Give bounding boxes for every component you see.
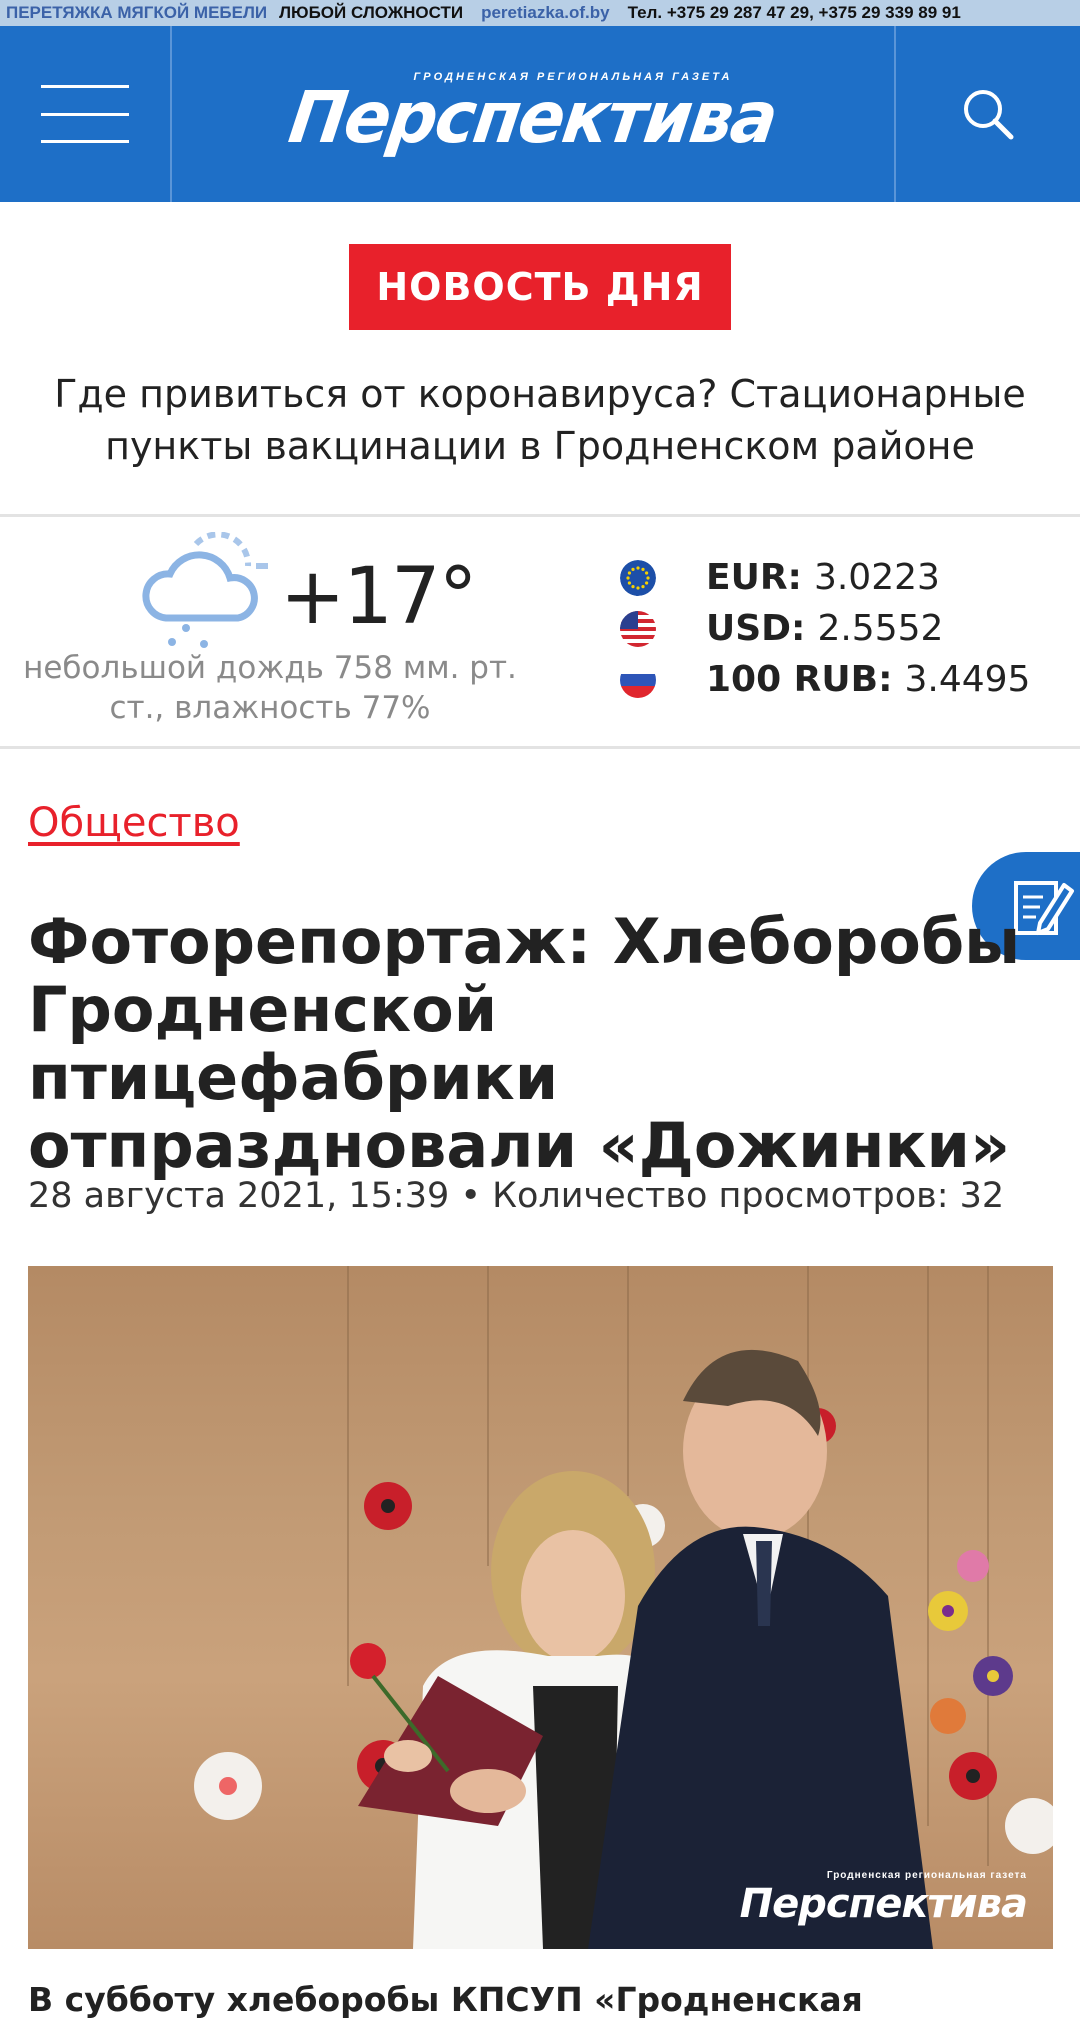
currency-code: EUR: [706, 557, 802, 598]
hamburger-icon [41, 85, 129, 143]
currency-row-rub: 100 RUB: 3.4495 [620, 659, 1030, 700]
menu-button[interactable] [0, 26, 172, 202]
divider [0, 514, 1080, 517]
article-meta: 28 августа 2021, 15:39 • Количество прос… [28, 1176, 1005, 1216]
currency-rate: 3.0223 [813, 557, 940, 598]
top-ad-banner[interactable]: ПЕРЕТЯЖКА МЯГКОЙ МЕБЕЛИ ЛЮБОЙ СЛОЖНОСТИ … [0, 0, 1080, 26]
currency-code: 100 RUB: [706, 659, 893, 700]
news-of-day-badge: НОВОСТЬ ДНЯ [349, 244, 731, 330]
site-header: Гродненская региональная газета Перспект… [0, 26, 1080, 202]
search-button[interactable] [894, 26, 1080, 202]
currency-row-usd: USD: 2.5552 [620, 608, 943, 649]
cloud-rain-icon [142, 532, 268, 648]
photo-watermark: Гродненская региональная газета Перспект… [739, 1870, 1028, 1927]
currency-row-eur: EUR: 3.0223 [620, 557, 940, 598]
ad-text-1: ПЕРЕТЯЖКА МЯГКОЙ МЕБЕЛИ [6, 3, 268, 22]
currency-rate: 2.5552 [817, 608, 944, 649]
site-logo[interactable]: Гродненская региональная газета Перспект… [172, 26, 894, 202]
currency-code: USD: [706, 608, 806, 649]
ad-phones: Тел. +375 29 287 47 29, +375 29 339 89 9… [627, 3, 961, 22]
photo-watermark-title: Перспектива [739, 1881, 1028, 1927]
photo-scene [194, 1266, 1053, 1949]
article-photo[interactable]: Гродненская региональная газета Перспект… [28, 1266, 1053, 1949]
weather-temperature: +17° [280, 552, 478, 642]
photo-watermark-subtitle: Гродненская региональная газета [826, 1870, 1027, 1881]
search-icon [964, 90, 1014, 140]
logo-title: Перспектива [284, 76, 782, 160]
article-title: Фоторепортаж: Хлеборобы Гродненской птиц… [28, 905, 1021, 1182]
eu-flag-icon [620, 559, 656, 596]
news-of-day-headline[interactable]: Где привиться от коронавируса? Стационар… [0, 368, 1080, 472]
article-lead: В субботу хлеборобы КПСУП «Гродненская [28, 1980, 863, 2019]
ad-text-2: ЛЮБОЙ СЛОЖНОСТИ [279, 3, 464, 22]
article-category-link[interactable]: Общество [28, 800, 240, 846]
weather-description: небольшой дождь 758 мм. рт. ст., влажнос… [23, 650, 517, 726]
us-flag-icon [620, 610, 656, 647]
ru-flag-icon [620, 661, 656, 698]
currency-rate: 3.4495 [904, 659, 1031, 700]
divider [0, 746, 1080, 749]
ad-site: peretiazka.of.by [481, 3, 610, 22]
